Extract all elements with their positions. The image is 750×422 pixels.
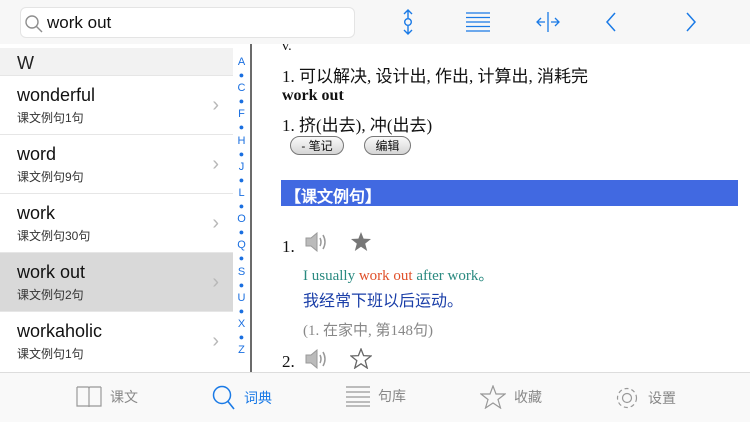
highlighted-phrase: work out (358, 268, 413, 284)
index-dot[interactable]: ● (233, 174, 250, 187)
tab-label: 课文 (110, 389, 138, 405)
example-chinese: 我经常下班以后运动。 (303, 293, 464, 310)
note-button[interactable]: - 笔记 (290, 136, 344, 155)
index-dot[interactable]: ● (233, 95, 250, 108)
count-label: 课文例句2句 (17, 288, 84, 302)
star-filled-icon[interactable] (350, 231, 372, 252)
word-label: workaholic (17, 321, 103, 341)
count-label: 课文例句1句 (17, 111, 84, 125)
word-label: word (17, 144, 57, 164)
count-label: 课文例句1句 (17, 347, 84, 361)
index-letter[interactable]: C (233, 82, 250, 95)
section-header: W (0, 48, 233, 75)
star-outline-icon[interactable] (350, 348, 372, 369)
index-letter[interactable]: Q (233, 239, 250, 252)
list-item[interactable]: word 课文例句9句 › (0, 134, 233, 193)
chevron-right-icon: › (212, 212, 219, 234)
example-number: 1. (282, 237, 295, 256)
index-letter[interactable]: L (233, 187, 250, 200)
index-letter[interactable]: H (233, 135, 250, 148)
chevron-left-icon (605, 12, 616, 32)
tab-favorites[interactable]: 收藏 (480, 385, 542, 409)
chevron-right-icon (686, 12, 697, 32)
part-of-speech: v. (282, 44, 292, 54)
definition: 1. 可以解决, 设计出, 作出, 计算出, 消耗完 (282, 67, 588, 86)
count-label: 课文例句30句 (17, 229, 91, 243)
word-label: wonderful (17, 85, 96, 105)
tab-label: 收藏 (514, 389, 542, 405)
tab-dictionary[interactable]: 词典 (212, 385, 272, 411)
dictionary-entry: v. 1. 可以解决, 设计出, 作出, 计算出, 消耗完 work out 1… (252, 44, 750, 372)
star-icon (480, 385, 506, 409)
speaker-icon[interactable] (304, 232, 328, 252)
word-list: W wonderful 课文例句1句 › word 课文例句9句 › work 课文例句3… (0, 44, 250, 372)
list-button[interactable] (463, 8, 493, 36)
tab-bar: 课文 词典 句库 收藏 设置 (0, 372, 750, 422)
example-number: 2. (282, 352, 295, 371)
section-header: 【课文例句】 (281, 180, 738, 206)
list-item[interactable]: workaholic 课文例句1句 › (0, 311, 233, 370)
top-toolbar (0, 0, 750, 44)
book-icon (76, 386, 102, 407)
definition: 1. 挤(出去), 冲(出去) (282, 116, 433, 135)
tab-sentences[interactable]: 句库 (346, 385, 406, 407)
index-letter[interactable]: X (233, 318, 250, 331)
example-english: I usually work out after work。 (303, 264, 493, 285)
sentence-part: after work。 (412, 268, 494, 284)
index-letter[interactable]: J (233, 161, 250, 174)
index-dot[interactable]: ● (233, 121, 250, 134)
search-input[interactable] (47, 11, 347, 35)
word-label: work (17, 203, 56, 223)
previous-button[interactable] (596, 8, 626, 36)
gear-icon (616, 387, 638, 409)
index-letter[interactable]: U (233, 292, 250, 305)
index-letter[interactable]: O (233, 213, 250, 226)
list-icon (346, 386, 370, 407)
split-view-button[interactable] (533, 8, 563, 36)
search-icon (212, 385, 235, 410)
list-item-selected[interactable]: work out 课文例句2句 › (0, 252, 233, 311)
index-dot[interactable]: ● (233, 252, 250, 265)
tab-lessons[interactable]: 课文 (76, 385, 138, 409)
count-label: 课文例句9句 (17, 170, 84, 184)
chevron-right-icon: › (212, 153, 219, 175)
index-dot[interactable]: ● (233, 148, 250, 161)
tab-label: 词典 (244, 390, 272, 406)
index-letter[interactable]: A (233, 56, 250, 69)
index-letter[interactable]: S (233, 266, 250, 279)
search-icon (25, 15, 43, 33)
alphabet-index[interactable]: A ● C ● F ● H ● J ● L ● O ● Q ● S ● U ● X ● Z (233, 56, 250, 357)
search-field[interactable] (20, 7, 355, 38)
index-dot[interactable]: ● (233, 200, 250, 213)
word-label: work out (17, 262, 86, 282)
index-dot[interactable]: ● (233, 226, 250, 239)
split-icon (536, 12, 560, 32)
edit-button[interactable]: 编辑 (364, 136, 411, 155)
expand-collapse-button[interactable] (393, 8, 423, 36)
index-dot[interactable]: ● (233, 69, 250, 82)
index-letter[interactable]: F (233, 108, 250, 121)
next-button[interactable] (676, 8, 706, 36)
speaker-icon[interactable] (304, 349, 328, 369)
list-item[interactable]: wonderful 课文例句1句 › (0, 75, 233, 134)
list-item[interactable]: work 课文例句30句 › (0, 193, 233, 252)
tab-label: 设置 (648, 390, 676, 406)
tab-label: 句库 (378, 388, 406, 404)
chevron-right-icon: › (212, 94, 219, 116)
index-dot[interactable]: ● (233, 305, 250, 318)
phrase-heading: work out (282, 87, 344, 104)
sentence-part: I usually (303, 268, 359, 284)
example-source[interactable]: (1. 在家中, 第148句) (303, 319, 433, 340)
expand-vertical-icon (403, 9, 413, 35)
lines-icon (466, 12, 490, 32)
chevron-right-icon: › (212, 330, 219, 352)
index-dot[interactable]: ● (233, 331, 250, 344)
chevron-right-icon: › (212, 271, 219, 293)
index-dot[interactable]: ● (233, 279, 250, 292)
index-letter[interactable]: Z (233, 344, 250, 357)
tab-settings[interactable]: 设置 (614, 385, 676, 411)
